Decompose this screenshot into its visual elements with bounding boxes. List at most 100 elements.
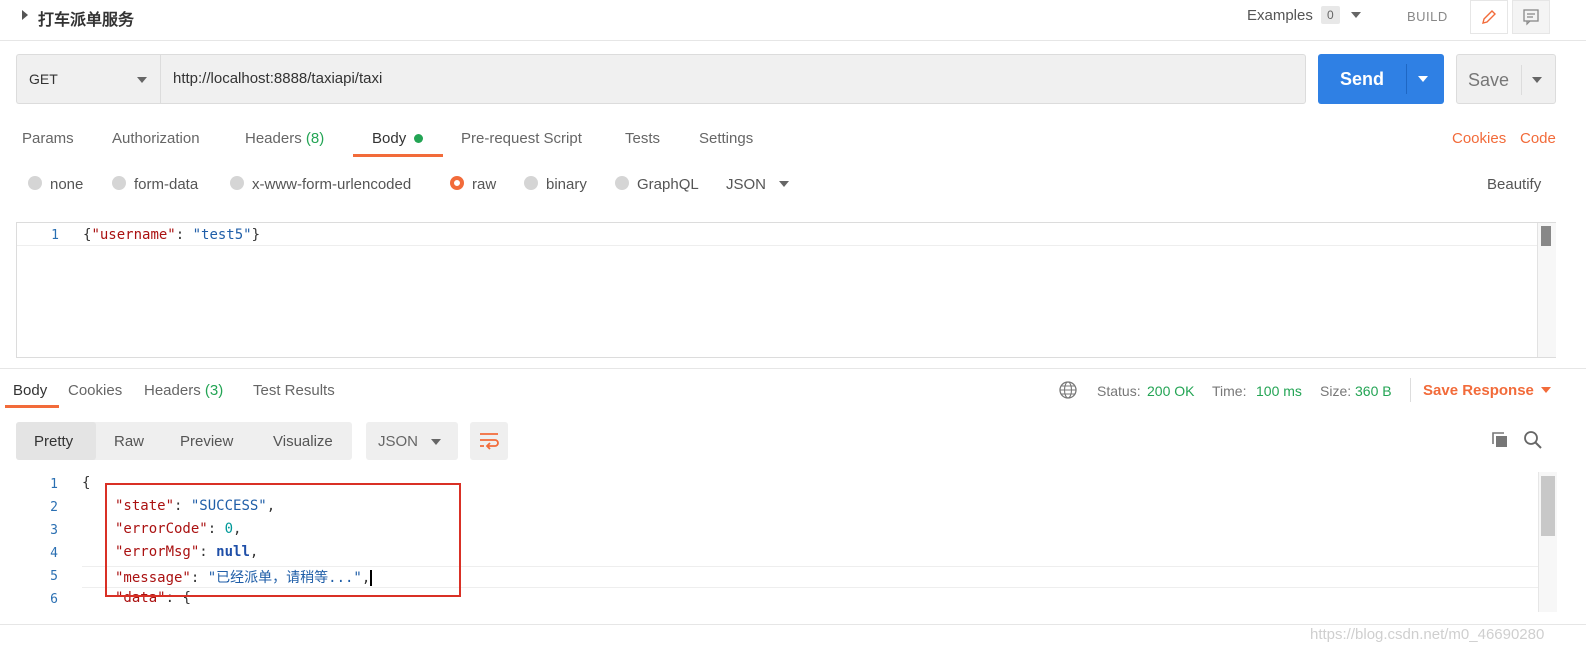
radio-none[interactable] (28, 176, 42, 190)
request-body-code: {"username": "test5"} (83, 227, 260, 243)
response-headers-label: Headers (144, 382, 201, 399)
status-value[interactable]: 200 OK (1147, 383, 1194, 399)
line-number: 1 (50, 477, 58, 492)
mode-visualize[interactable]: Visualize (273, 433, 333, 450)
response-scroll-thumb[interactable] (1541, 476, 1555, 536)
tab-params[interactable]: Params (22, 130, 74, 147)
beautify-link[interactable]: Beautify (1487, 176, 1541, 193)
collection-header (0, 0, 1586, 41)
comments-button[interactable] (1512, 0, 1550, 34)
response-headers-count: (3) (204, 382, 224, 399)
radio-graphql-label[interactable]: GraphQL (637, 176, 699, 193)
send-divider (1406, 64, 1407, 94)
format-dropdown-icon[interactable] (779, 181, 789, 187)
response-tab-test-results[interactable]: Test Results (253, 382, 335, 399)
raw-format-select[interactable]: JSON (726, 176, 766, 193)
tab-tests[interactable]: Tests (625, 130, 660, 147)
mode-raw[interactable]: Raw (114, 433, 144, 450)
mode-preview[interactable]: Preview (180, 433, 233, 450)
globe-icon[interactable] (1058, 380, 1078, 400)
radio-raw-label[interactable]: raw (472, 176, 496, 193)
radio-form-data-label[interactable]: form-data (134, 176, 198, 193)
radio-urlencoded-label[interactable]: x-www-form-urlencoded (252, 176, 411, 193)
status-divider (1410, 378, 1411, 402)
watermark-text: https://blog.csdn.net/m0_46690280 (1310, 626, 1545, 643)
method-dropdown-icon (137, 77, 147, 83)
body-active-dot (414, 134, 423, 143)
tab-body[interactable]: Body (372, 130, 406, 147)
time-label: Time: (1212, 383, 1247, 399)
send-options-icon[interactable] (1418, 76, 1428, 82)
pencil-icon (1482, 10, 1496, 24)
examples-label[interactable]: Examples (1247, 7, 1313, 24)
wrap-lines-button[interactable] (470, 422, 508, 460)
time-value[interactable]: 100 ms (1256, 383, 1302, 399)
line-number: 2 (50, 500, 58, 515)
tab-pre-request-script[interactable]: Pre-request Script (461, 130, 582, 147)
status-label: Status: (1097, 383, 1141, 399)
code-link[interactable]: Code (1520, 130, 1556, 147)
view-mode-selector: Pretty Raw Preview Visualize (16, 422, 352, 460)
response-format-select[interactable]: JSON (366, 422, 458, 460)
radio-raw[interactable] (450, 176, 464, 190)
request-title[interactable]: 打车派单服务 (38, 6, 134, 30)
brace: } (251, 227, 261, 243)
section-divider (0, 368, 1586, 369)
examples-dropdown-icon[interactable] (1351, 12, 1361, 18)
active-tab-underline (353, 154, 443, 157)
save-response-button[interactable]: Save Response (1423, 382, 1534, 399)
bottom-divider (0, 624, 1586, 625)
expand-caret-icon[interactable] (22, 10, 28, 20)
wrap-icon (480, 433, 499, 450)
method-select[interactable]: GET (16, 54, 160, 104)
line-number: 5 (50, 569, 58, 584)
editor-scrollbar[interactable] (1537, 223, 1556, 357)
response-tab-headers[interactable]: Headers (3) (144, 382, 223, 399)
response-active-underline (5, 405, 59, 408)
radio-urlencoded[interactable] (230, 176, 244, 190)
radio-binary[interactable] (524, 176, 538, 190)
response-body-viewer[interactable]: 1 2 3 4 5 6 { "state": "SUCCESS", "error… (16, 472, 1557, 612)
tab-authorization[interactable]: Authorization (112, 130, 200, 147)
edit-mode-button[interactable] (1470, 0, 1508, 34)
size-label: Size: (1320, 383, 1352, 399)
line-number: 4 (50, 546, 58, 561)
request-body-editor[interactable]: 1 {"username": "test5"} (16, 222, 1556, 358)
examples-count-badge: 0 (1321, 6, 1340, 24)
size-value[interactable]: 360 B (1355, 383, 1392, 399)
copy-icon[interactable] (1490, 430, 1510, 450)
line-number: 1 (51, 228, 59, 243)
comment-icon (1523, 9, 1539, 26)
highlight-box (105, 483, 461, 597)
response-tab-cookies[interactable]: Cookies (68, 382, 122, 399)
save-button[interactable]: Save (1456, 54, 1556, 104)
radio-form-data[interactable] (112, 176, 126, 190)
response-format-dropdown-icon (431, 439, 441, 445)
save-options-icon[interactable] (1532, 77, 1542, 83)
search-icon[interactable] (1523, 430, 1543, 450)
radio-graphql[interactable] (615, 176, 629, 190)
save-response-dropdown-icon[interactable] (1541, 387, 1551, 393)
line-number: 6 (50, 592, 58, 607)
response-tab-body[interactable]: Body (13, 382, 47, 399)
colon: : (175, 227, 193, 243)
save-divider (1521, 65, 1522, 95)
mode-pretty[interactable]: Pretty (34, 433, 73, 450)
tab-settings[interactable]: Settings (699, 130, 753, 147)
radio-none-label[interactable]: none (50, 176, 83, 193)
json-key: "username" (91, 227, 176, 243)
url-input[interactable]: http://localhost:8888/taxiapi/taxi (160, 54, 1306, 104)
line-number: 3 (50, 523, 58, 538)
json-value: "test5" (192, 227, 252, 243)
response-format-value: JSON (378, 433, 419, 450)
headers-count: (8) (305, 130, 325, 147)
cookies-link[interactable]: Cookies (1452, 130, 1506, 147)
save-label: Save (1468, 70, 1510, 90)
build-label[interactable]: BUILD (1407, 9, 1448, 24)
radio-binary-label[interactable]: binary (546, 176, 587, 193)
method-value: GET (29, 71, 58, 87)
scroll-thumb[interactable] (1541, 226, 1551, 246)
tab-headers[interactable]: Headers (8) (245, 130, 324, 147)
send-button[interactable]: Send (1318, 54, 1444, 104)
response-scrollbar[interactable] (1538, 472, 1557, 612)
